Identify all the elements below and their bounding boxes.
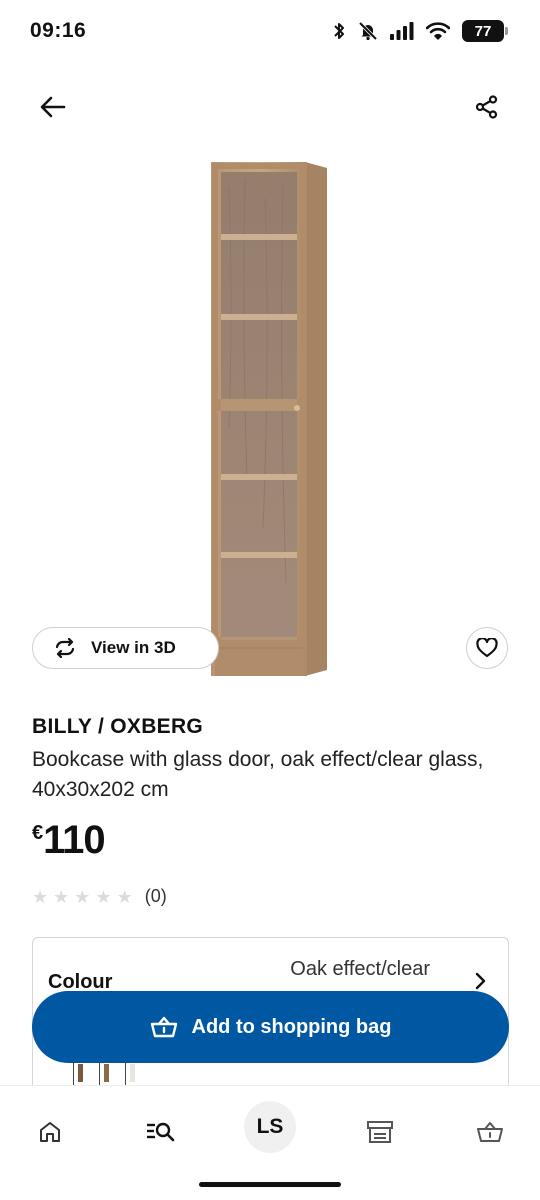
share-icon (475, 95, 498, 119)
star-icon: ★ (32, 886, 49, 907)
store-icon (367, 1121, 393, 1143)
add-to-bag-label: Add to shopping bag (191, 1015, 392, 1038)
signal-icon (390, 22, 414, 40)
status-time: 09:16 (30, 19, 87, 42)
product-name: BILLY / OXBERG (32, 715, 204, 738)
status-icons: 77 (332, 20, 508, 42)
shopping-bag-icon (477, 1122, 503, 1142)
heart-icon (476, 638, 498, 658)
price-value: 110 (43, 818, 106, 862)
colour-value: Oak effect/clear (290, 958, 430, 980)
arrow-left-icon (40, 96, 66, 118)
nav-cart[interactable] (468, 1110, 512, 1154)
search-list-icon (147, 1122, 175, 1142)
rating[interactable]: ★ ★ ★ ★ ★ (0) (32, 886, 167, 907)
colour-swatch[interactable] (99, 1060, 113, 1086)
product-description: Bookcase with glass door, oak effect/cle… (32, 748, 484, 801)
share-button[interactable] (470, 90, 504, 124)
rotate-3d-icon (55, 638, 75, 658)
nav-home[interactable] (28, 1110, 72, 1154)
nav-profile-avatar[interactable]: LS (244, 1101, 296, 1153)
muted-bell-icon (358, 21, 378, 41)
shopping-bag-icon (150, 1016, 177, 1038)
product-price: € 110 (32, 818, 106, 863)
product-image[interactable] (205, 158, 333, 680)
favourite-button[interactable] (466, 627, 508, 669)
nav-search[interactable] (138, 1110, 182, 1154)
nav-store[interactable] (358, 1110, 402, 1154)
back-button[interactable] (36, 90, 70, 124)
star-icon: ★ (116, 886, 133, 907)
star-icon: ★ (74, 886, 91, 907)
bluetooth-icon (334, 23, 344, 39)
price-currency: € (32, 822, 44, 844)
view-in-3d-label: View in 3D (91, 638, 176, 657)
wifi-icon (426, 22, 450, 40)
add-to-bag-button[interactable]: Add to shopping bag (32, 991, 509, 1063)
chevron-right-icon (475, 972, 486, 990)
star-icon: ★ (53, 886, 70, 907)
colour-swatch[interactable] (125, 1060, 139, 1086)
battery-icon: 77 (462, 20, 508, 42)
home-icon (40, 1122, 60, 1142)
colour-swatch[interactable] (73, 1060, 87, 1086)
status-bar: 09:16 77 (0, 0, 540, 64)
colour-swatches (73, 1060, 139, 1086)
star-icon: ★ (95, 886, 112, 907)
rating-stars: ★ ★ ★ ★ ★ (32, 888, 133, 906)
bottom-nav: LS (0, 1085, 540, 1200)
view-in-3d-button[interactable]: View in 3D (32, 627, 219, 669)
home-indicator (199, 1182, 341, 1187)
rating-count: (0) (144, 886, 167, 906)
